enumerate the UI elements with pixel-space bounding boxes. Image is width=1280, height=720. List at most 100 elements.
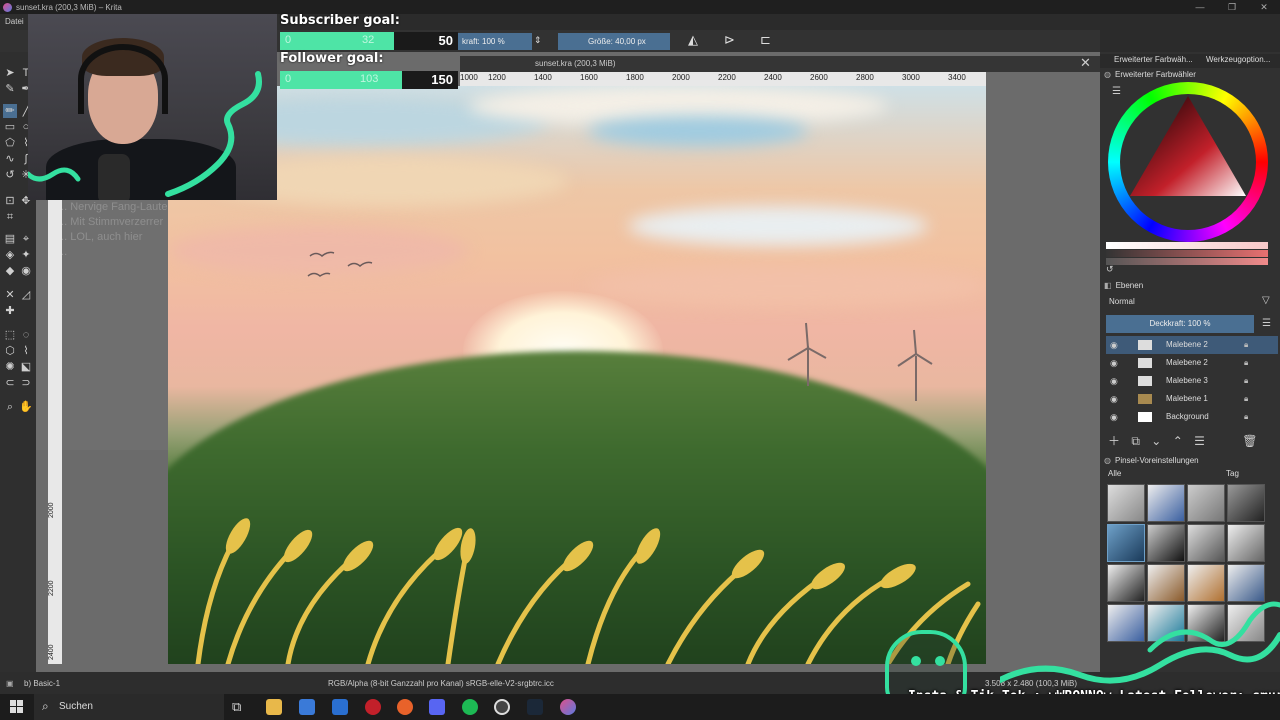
brush-preset[interactable] bbox=[1227, 484, 1265, 522]
magnetic-select-icon[interactable]: ⊃ bbox=[19, 376, 33, 390]
edit-shapes-icon[interactable]: ✎ bbox=[3, 82, 17, 96]
lock-icon[interactable]: 🔒︎ bbox=[1244, 408, 1248, 426]
preset-tag-button[interactable]: Tag bbox=[1226, 469, 1239, 478]
brush-preset[interactable] bbox=[1187, 484, 1225, 522]
close-document-icon[interactable]: ✕ bbox=[1080, 55, 1091, 71]
smart-patch-icon[interactable]: ✦ bbox=[19, 248, 33, 262]
transform-tool-icon[interactable]: ⊡ bbox=[3, 194, 17, 208]
store-icon[interactable] bbox=[299, 699, 315, 715]
menu-icon[interactable]: ☰ bbox=[1262, 318, 1271, 329]
eye-icon[interactable]: ◉ bbox=[1110, 408, 1118, 426]
brush-preset[interactable] bbox=[1147, 524, 1185, 562]
move-layer-up-icon[interactable]: ⌃ bbox=[1173, 434, 1183, 448]
enclose-fill-icon[interactable]: ◉ bbox=[19, 264, 33, 278]
file-explorer-icon[interactable] bbox=[266, 699, 282, 715]
polygon-select-icon[interactable]: ⬡ bbox=[3, 344, 17, 358]
add-layer-icon[interactable]: ＋ bbox=[1108, 434, 1120, 448]
tab-tool-options[interactable]: Werkzeugoption... bbox=[1206, 55, 1270, 64]
spotify-icon[interactable] bbox=[462, 699, 478, 715]
palette-icon: ◍ bbox=[1104, 70, 1111, 79]
dynamic-brush-icon[interactable]: ↺ bbox=[3, 168, 17, 182]
bezier-tool-icon[interactable]: ∿ bbox=[3, 152, 17, 166]
discord-icon[interactable] bbox=[429, 699, 445, 715]
colorize-mask-icon[interactable]: ◈ bbox=[3, 248, 17, 262]
windows-start-icon[interactable] bbox=[10, 700, 23, 713]
tab-advanced-color-selector[interactable]: Erweiterter Farbwäh... bbox=[1114, 55, 1193, 64]
layer-row[interactable]: ◉ Background 🔒︎ bbox=[1106, 408, 1278, 426]
steam-icon[interactable] bbox=[527, 699, 543, 715]
eye-icon[interactable]: ◉ bbox=[1110, 354, 1118, 372]
color-triangle[interactable] bbox=[1108, 82, 1268, 242]
mirror-vertical-icon[interactable]: ⊳ bbox=[724, 32, 735, 48]
layer-opacity-slider[interactable]: Deckkraft: 100 % bbox=[1106, 315, 1254, 333]
measure-tool-icon[interactable]: ◿ bbox=[19, 288, 33, 302]
document-tab[interactable]: sunset.kra (200,3 MiB) bbox=[460, 56, 1100, 72]
preset-filter-select[interactable]: Alle bbox=[1108, 469, 1208, 481]
layer-row[interactable]: ◉ Malebene 1 🔒︎ bbox=[1106, 390, 1278, 408]
zoom-tool-icon[interactable]: ⌕ bbox=[3, 400, 17, 414]
maximize-icon[interactable]: ❐ bbox=[1216, 0, 1248, 14]
lock-icon[interactable]: 🔒︎ bbox=[1244, 390, 1248, 408]
contiguous-select-icon[interactable]: ✺ bbox=[3, 360, 17, 374]
duplicate-layer-icon[interactable]: ⧉ bbox=[1131, 434, 1140, 448]
task-view-icon[interactable]: ⧉ bbox=[232, 699, 248, 715]
polygon-tool-icon[interactable]: ⬠ bbox=[3, 136, 17, 150]
bezier-select-icon[interactable]: ⊂ bbox=[3, 376, 17, 390]
lightness-slider[interactable] bbox=[1106, 242, 1268, 249]
value-slider[interactable] bbox=[1106, 258, 1268, 265]
color-picker-icon[interactable]: ⌖ bbox=[19, 232, 33, 246]
similar-select-icon[interactable]: ⬕ bbox=[19, 360, 33, 374]
eye-icon[interactable]: ◉ bbox=[1110, 372, 1118, 390]
opera-icon[interactable] bbox=[365, 699, 381, 715]
crop-tool-icon[interactable]: ⌗ bbox=[3, 210, 17, 224]
freehand-select-icon[interactable]: ⌇ bbox=[19, 344, 33, 358]
select-shapes-icon[interactable]: ➤ bbox=[3, 66, 17, 80]
refresh-icon[interactable]: ↺ bbox=[1106, 264, 1114, 275]
lock-icon[interactable]: 🔒︎ bbox=[1244, 372, 1248, 390]
brush-preset[interactable] bbox=[1107, 484, 1145, 522]
layer-row[interactable]: ◉ Malebene 2 🔒︎ bbox=[1106, 336, 1278, 354]
move-layer-down-icon[interactable]: ⌄ bbox=[1151, 434, 1161, 448]
brush-size-slider[interactable]: Größe: 40,00 px bbox=[558, 33, 670, 50]
lock-icon[interactable]: 🔒︎ bbox=[1244, 336, 1248, 354]
menu-item-file[interactable]: Datei bbox=[5, 17, 24, 26]
painting-canvas[interactable] bbox=[168, 86, 986, 664]
ellipse-select-icon[interactable]: ◌ bbox=[19, 328, 33, 342]
krita-taskbar-icon[interactable] bbox=[560, 699, 576, 715]
brush-opacity-slider[interactable]: kraft: 100 % bbox=[458, 33, 532, 50]
assistant-tool-icon[interactable]: ✕ bbox=[3, 288, 17, 302]
pan-tool-icon[interactable]: ✋ bbox=[19, 400, 33, 414]
close-window-icon[interactable]: ✕ bbox=[1248, 0, 1280, 14]
color-wheel[interactable] bbox=[1108, 82, 1268, 242]
blend-mode-select[interactable]: Normal bbox=[1106, 295, 1254, 309]
rectangle-tool-icon[interactable]: ▭ bbox=[3, 120, 17, 134]
eye-icon[interactable]: ◉ bbox=[1110, 336, 1118, 354]
layer-properties-icon[interactable]: ☰ bbox=[1194, 434, 1205, 448]
obs-icon[interactable] bbox=[494, 699, 510, 715]
chevron-down-icon[interactable]: ⇕ bbox=[534, 35, 542, 46]
brush-preset[interactable] bbox=[1227, 524, 1265, 562]
brush-preset[interactable] bbox=[1187, 524, 1225, 562]
brush-tool-icon[interactable]: ✏ bbox=[3, 104, 17, 118]
eye-icon[interactable]: ◉ bbox=[1110, 390, 1118, 408]
lock-icon[interactable]: 🔒︎ bbox=[1244, 354, 1248, 372]
layer-row[interactable]: ◉ Malebene 3 🔒︎ bbox=[1106, 372, 1278, 390]
delete-layer-icon[interactable]: 🗑︎ bbox=[1242, 434, 1257, 448]
fill-tool-icon[interactable]: ◆ bbox=[3, 264, 17, 278]
layer-row[interactable]: ◉ Malebene 2 🔒︎ bbox=[1106, 354, 1278, 372]
mail-icon[interactable] bbox=[332, 699, 348, 715]
brush-preset[interactable] bbox=[1147, 484, 1185, 522]
gradient-tool-icon[interactable]: ▤ bbox=[3, 232, 17, 246]
current-brush-label[interactable]: b) Basic-1 bbox=[24, 679, 60, 688]
saturation-slider[interactable] bbox=[1106, 250, 1268, 257]
firefox-icon[interactable] bbox=[397, 699, 413, 715]
reference-tool-icon[interactable]: ✚ bbox=[3, 304, 17, 318]
mirror-horizontal-icon[interactable]: ◭ bbox=[688, 32, 698, 48]
ruler-label: 2400 bbox=[48, 644, 55, 660]
rect-select-icon[interactable]: ⬚ bbox=[3, 328, 17, 342]
wrap-around-icon[interactable]: ⊏ bbox=[760, 32, 771, 48]
brush-preset[interactable] bbox=[1107, 524, 1145, 562]
filter-icon[interactable]: ▽ bbox=[1262, 295, 1270, 306]
minimize-icon[interactable]: — bbox=[1184, 0, 1216, 14]
taskbar-search[interactable]: ⌕ Suchen bbox=[34, 694, 224, 720]
